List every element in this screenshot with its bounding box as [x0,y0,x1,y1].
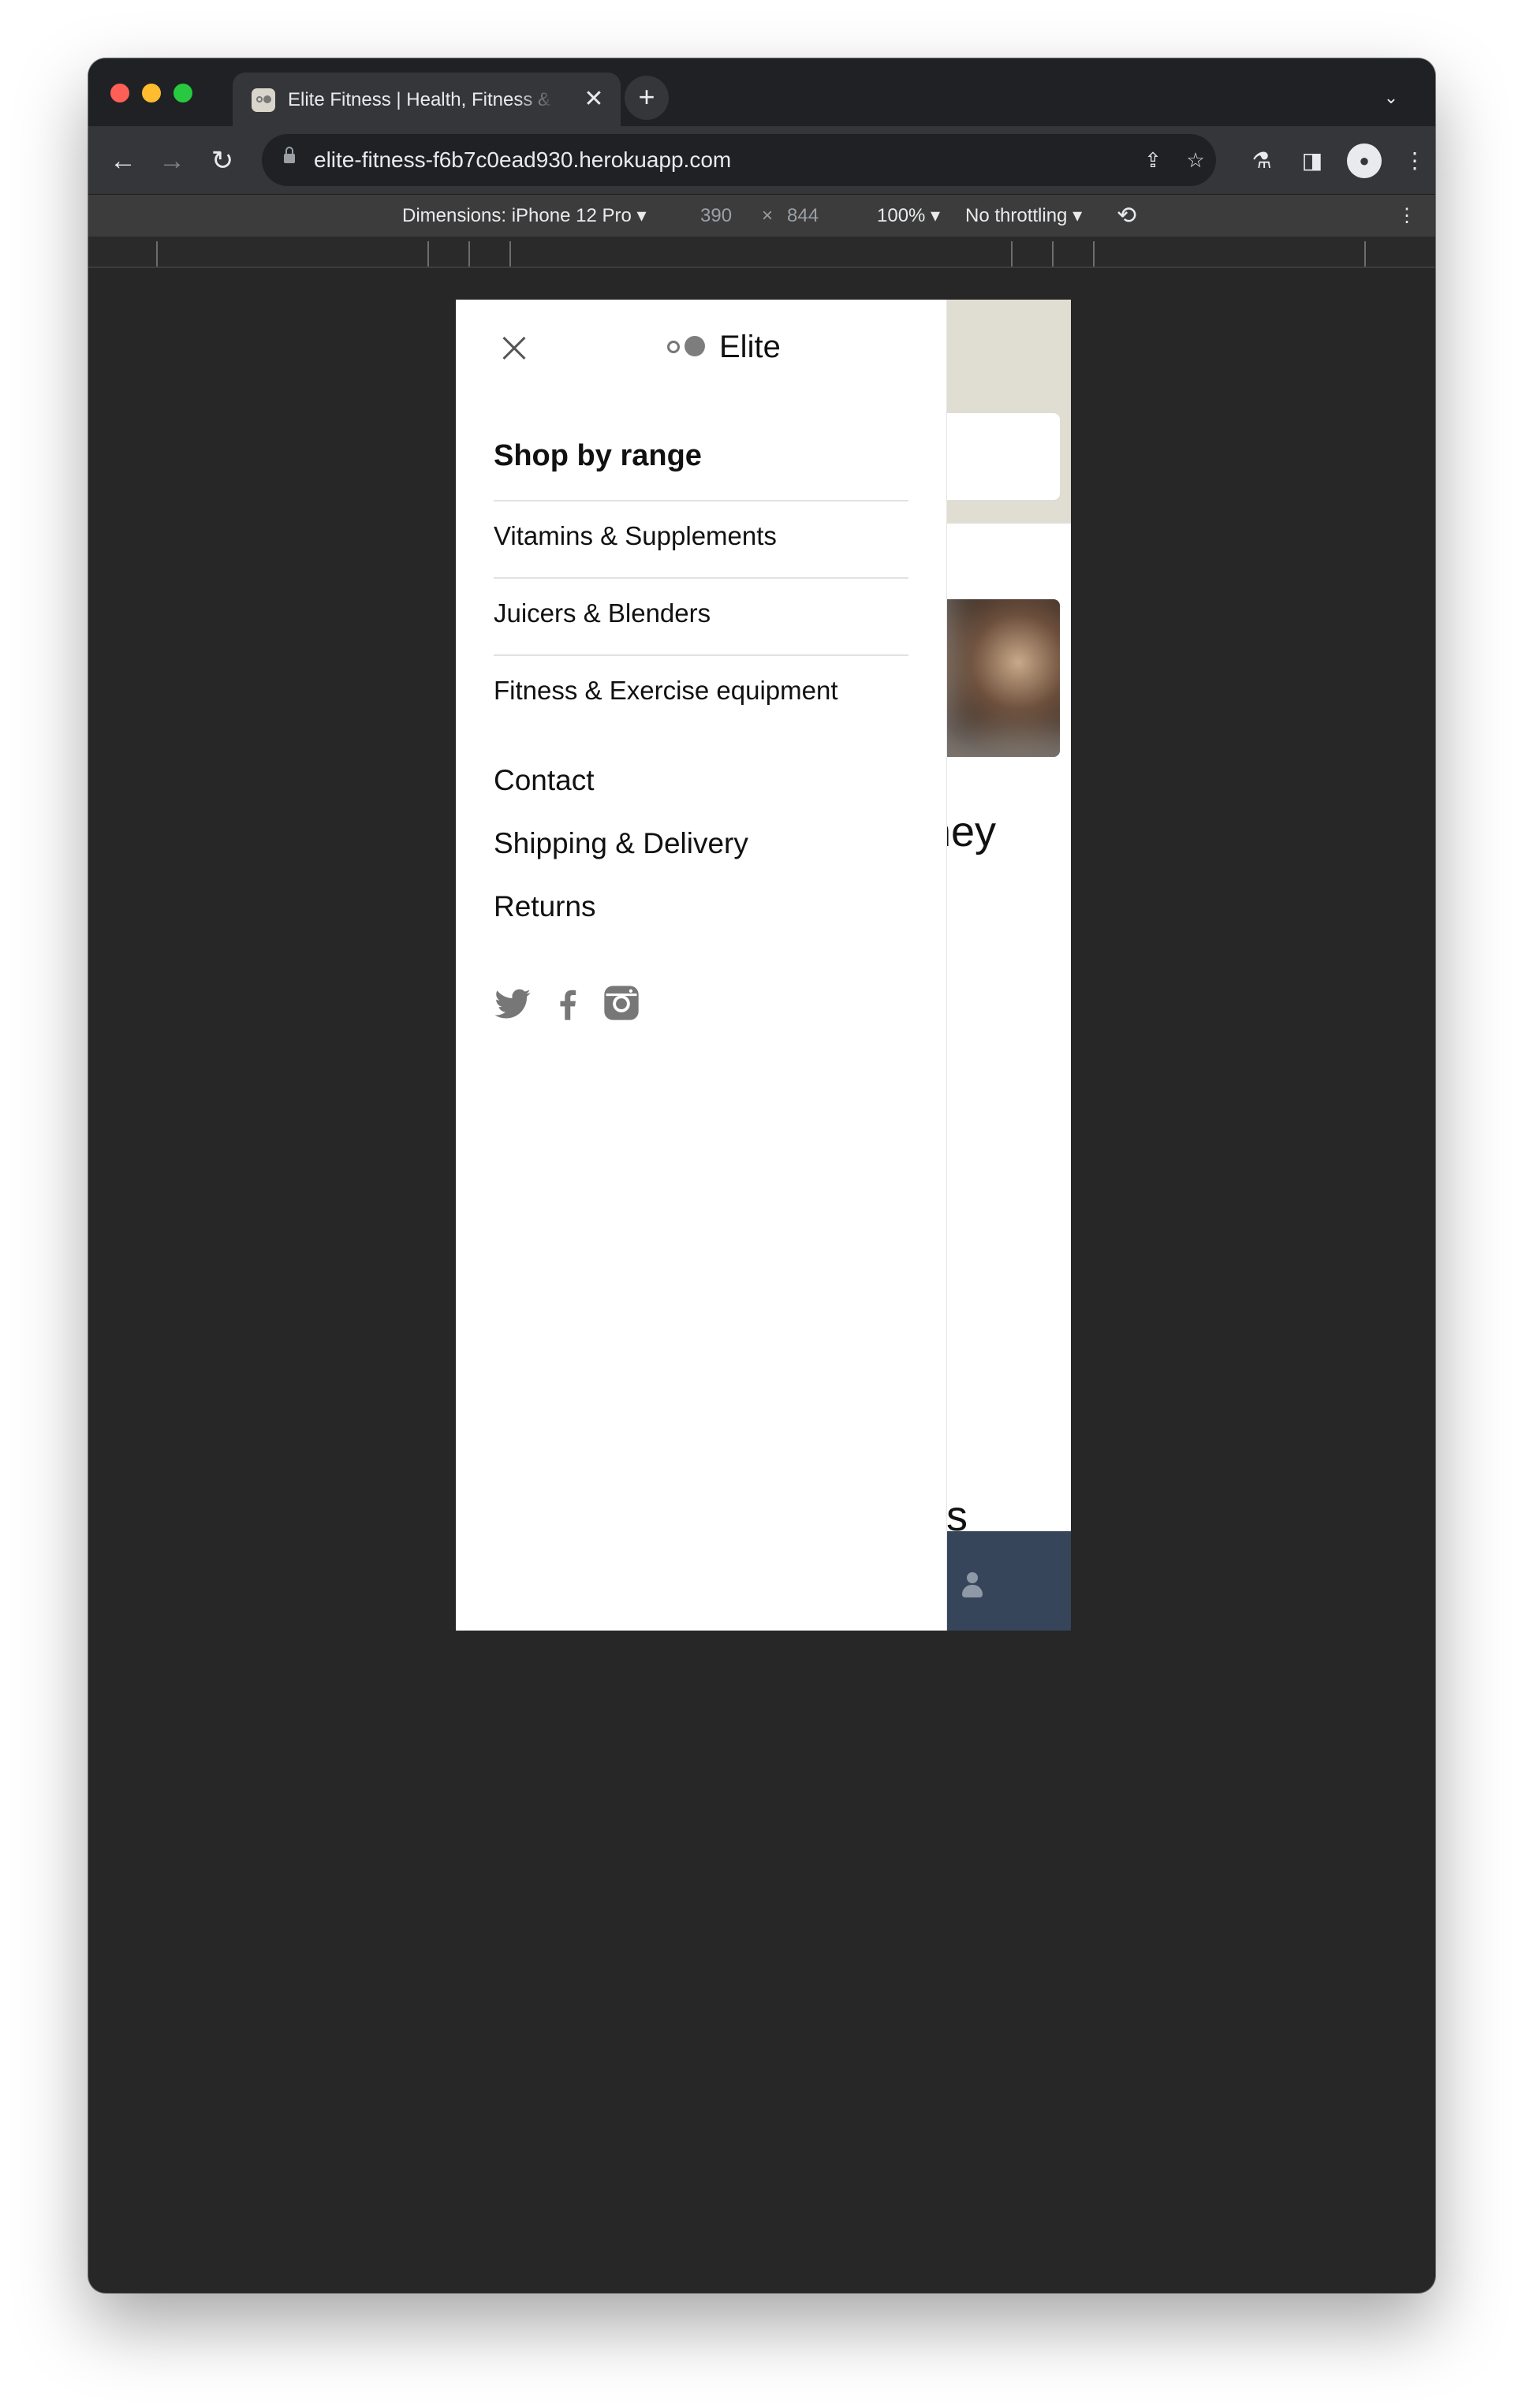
device-toolbar: Dimensions: iPhone 12 Pro ▾ 390 × 844 10… [88,194,1435,237]
tab-title: Elite Fitness | Health, Fitness & Wellne… [288,89,556,110]
site-favicon-icon [252,88,275,112]
share-icon[interactable]: ⇪ [1137,144,1169,176]
device-toolbar-menu-icon[interactable]: ⋮ [1397,195,1416,237]
logo-text[interactable]: Elite [719,328,781,366]
menu-divider [494,500,908,501]
browser-menu-icon[interactable]: ⋮ [1397,144,1432,178]
shop-by-range-heading: Shop by range [494,439,702,472]
device-dimensions-select[interactable]: Dimensions: iPhone 12 Pro ▾ [402,195,647,237]
link-shipping-delivery[interactable]: Shipping & Delivery [494,825,748,863]
back-arrow-icon[interactable]: ← [104,142,142,180]
instagram-icon[interactable] [601,982,642,1023]
facebook-icon[interactable] [547,982,588,1023]
link-contact[interactable]: Contact [494,762,595,800]
device-viewport: rney s Elite Shop by range Vitamins & Su… [456,300,1071,1631]
viewport-height-input[interactable]: 844 [787,195,819,237]
viewport-width-input[interactable]: 390 [700,195,732,237]
menu-divider [494,654,908,656]
twitter-icon[interactable] [492,982,533,1023]
link-returns[interactable]: Returns [494,888,596,926]
address-bar[interactable]: elite-fitness-f6b7c0ead930.herokuapp.com… [262,134,1216,186]
tab-close-icon[interactable]: ✕ [580,85,608,114]
close-menu-icon[interactable] [497,331,532,366]
labs-flask-icon[interactable]: ⚗ [1244,144,1279,178]
zoom-select[interactable]: 100% ▾ [877,195,940,237]
browser-window: Elite Fitness | Health, Fitness & Wellne… [88,58,1435,2293]
media-query-ruler[interactable] [88,237,1435,268]
rotate-device-icon[interactable]: ⟲ [1117,195,1136,237]
menu-item-fitness-equipment[interactable]: Fitness & Exercise equipment [494,672,838,710]
new-tab-button[interactable]: + [625,76,669,120]
throttling-select[interactable]: No throttling ▾ [965,195,1082,237]
forward-arrow-icon[interactable]: → [153,142,191,180]
dimension-separator: × [762,205,774,226]
elite-logo-icon[interactable] [667,336,708,358]
profile-avatar-icon[interactable]: ● [1347,144,1382,178]
menu-item-vitamins[interactable]: Vitamins & Supplements [494,517,777,555]
bookmark-star-icon[interactable]: ☆ [1180,144,1211,176]
close-window-button[interactable] [110,84,129,103]
menu-item-juicers[interactable]: Juicers & Blenders [494,595,711,632]
url-text[interactable]: elite-fitness-f6b7c0ead930.herokuapp.com [314,134,731,186]
lock-icon[interactable] [284,147,295,166]
menu-divider [494,577,908,579]
tab-strip: Elite Fitness | Health, Fitness & Wellne… [88,58,1435,126]
minimize-window-button[interactable] [142,84,161,103]
tab-search-chevron-icon[interactable]: ⌄ [1375,82,1407,114]
browser-tab[interactable]: Elite Fitness | Health, Fitness & Wellne… [233,73,621,126]
side-panel-icon[interactable]: ◨ [1295,144,1330,178]
maximize-window-button[interactable] [173,84,192,103]
reload-icon[interactable]: ↻ [203,142,241,180]
account-user-icon[interactable] [961,1572,984,1604]
browser-toolbar: ← → ↻ elite-fitness-f6b7c0ead930.herokua… [88,126,1435,194]
mobile-nav-drawer: Elite Shop by range Vitamins & Supplemen… [456,300,947,1631]
